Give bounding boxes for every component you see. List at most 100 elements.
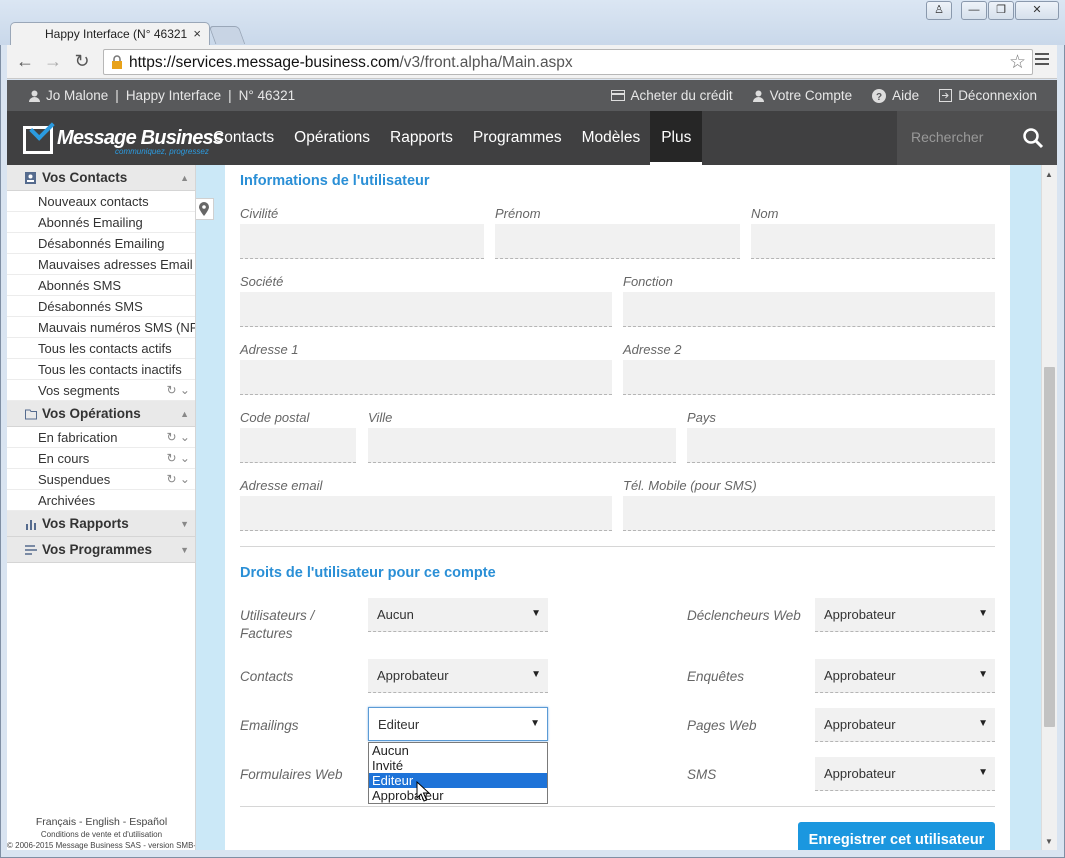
pays-field[interactable] [687,428,995,463]
scroll-down-icon[interactable]: ▼ [1045,837,1053,846]
sidebar-item-label: Suspendues [38,472,111,487]
logo-tagline: communiquez, progressez [115,147,209,156]
search-icon[interactable] [1021,126,1045,150]
nav-rapports[interactable]: Rapports [380,111,463,165]
sidebar-item-desabonnes-sms[interactable]: Désabonnés SMS [7,296,195,317]
sidebar-item-abonnes-emailing[interactable]: Abonnés Emailing [7,212,195,233]
civilite-field[interactable] [240,224,484,259]
reload-icon[interactable]: ↻ [70,51,94,73]
pages-web-select[interactable]: Approbateur ▼ [815,708,995,742]
enquetes-select[interactable]: Approbateur ▼ [815,659,995,693]
mobile-field[interactable] [623,496,995,531]
logout-link[interactable]: Déconnexion [939,88,1037,103]
forward-arrow-icon[interactable]: → [41,51,65,73]
help-icon: ? [872,88,887,103]
nav-contacts[interactable]: Contacts [203,111,284,165]
browser-menu-icon[interactable] [1035,53,1049,68]
dropdown-option[interactable]: Aucun [369,743,547,758]
account-link[interactable]: Votre Compte [752,88,852,103]
adresse1-field[interactable] [240,360,612,395]
sidebar-item-en-fabrication[interactable]: En fabrication ↻ ⌄ [7,427,195,448]
tab-close-icon[interactable]: × [193,26,201,41]
nav-modeles[interactable]: Modèles [572,111,651,165]
logo[interactable]: Message Business communiquez, progressez [23,115,224,156]
nav-operations[interactable]: Opérations [284,111,380,165]
sidebar-item-suspendues[interactable]: Suspendues ↻ ⌄ [7,469,195,490]
code-postal-field[interactable] [240,428,356,463]
bookmark-star-icon[interactable]: ☆ [1009,51,1026,74]
dropdown-option[interactable]: Approbateur [369,788,547,803]
nom-field[interactable] [751,224,995,259]
close-window-button[interactable]: ✕ [1015,1,1059,20]
terms-link[interactable]: Conditions de vente et d'utilisation [7,830,195,839]
sidebar-item-desabonnes-emailing[interactable]: Désabonnés Emailing [7,233,195,254]
new-tab-button[interactable] [208,26,246,44]
email-field[interactable] [240,496,612,531]
sidebar-item-archivees[interactable]: Archivées [7,490,195,511]
sidebar-item-label: En fabrication [38,430,118,445]
address-bar[interactable]: https://services.message-business.com/v3… [103,49,1033,75]
save-user-button[interactable]: Enregistrer cet utilisateur [798,822,995,850]
scroll-up-icon[interactable]: ▲ [1045,170,1053,179]
sidebar-item-segments[interactable]: Vos segments ↻ ⌄ [7,380,195,401]
sidebar-item-contacts-inactifs[interactable]: Tous les contacts inactifs [7,359,195,380]
chevron-up-icon[interactable]: ▲ [180,401,189,427]
folder-icon [25,409,37,420]
adresse1-label: Adresse 1 [240,342,299,357]
sidebar-section-programmes[interactable]: Vos Programmes ▼ [7,537,195,563]
page-scrollbar[interactable]: ▲ ▼ [1041,165,1057,850]
societe-field[interactable] [240,292,612,327]
credit-card-icon [610,90,625,101]
pin-tab[interactable] [196,198,214,220]
search-input[interactable]: Rechercher [911,129,983,145]
buy-credit-label: Acheter du crédit [630,88,733,103]
adresse2-label: Adresse 2 [623,342,682,357]
search-box[interactable]: Rechercher [897,111,1057,165]
sidebar-section-operations[interactable]: Vos Opérations ▲ [7,401,195,427]
language-links[interactable]: Français - English - Español [7,816,195,828]
user-name: Jo Malone [46,88,109,103]
sidebar-item-mauvais-numeros[interactable]: Mauvais numéros SMS (NPAI) [7,317,195,338]
fonction-field[interactable] [623,292,995,327]
help-link[interactable]: ? Aide [872,88,919,103]
utilisateurs-factures-select[interactable]: Aucun ▼ [368,598,548,632]
sidebar-item-mauvaises-adresses[interactable]: Mauvaises adresses Email [7,254,195,275]
lock-warning-icon [112,55,122,69]
sidebar-item-abonnes-sms[interactable]: Abonnés SMS [7,275,195,296]
buy-credit-link[interactable]: Acheter du crédit [610,88,733,103]
dropdown-option-highlighted[interactable]: Editeur [369,773,547,788]
emailings-rights-select[interactable]: Editeur ▼ [368,707,548,741]
sidebar-section-contacts[interactable]: Vos Contacts ▲ [7,165,195,191]
sidebar-section-rapports[interactable]: Vos Rapports ▼ [7,511,195,537]
chevron-down-icon[interactable]: ▼ [180,537,189,563]
scrollbar-thumb[interactable] [1044,367,1055,727]
ville-field[interactable] [368,428,676,463]
sidebar: Vos Contacts ▲ Nouveaux contacts Abonnés… [7,165,196,850]
refresh-chevron-icons[interactable]: ↻ ⌄ [162,380,190,400]
declencheurs-web-select[interactable]: Approbateur ▼ [815,598,995,632]
minimize-button[interactable]: — [961,1,987,20]
sms-rights-select[interactable]: Approbateur ▼ [815,757,995,791]
maximize-button[interactable]: ❐ [988,1,1014,20]
sidebar-item-contacts-actifs[interactable]: Tous les contacts actifs [7,338,195,359]
chevron-down-icon[interactable]: ▼ [180,511,189,537]
sidebar-item-en-cours[interactable]: En cours ↻ ⌄ [7,448,195,469]
sidebar-item-nouveaux-contacts[interactable]: Nouveaux contacts [7,191,195,212]
back-arrow-icon[interactable]: ← [13,51,37,73]
refresh-chevron-icons[interactable]: ↻ ⌄ [162,427,190,447]
refresh-chevron-icons[interactable]: ↻ ⌄ [162,448,190,468]
chevron-up-icon[interactable]: ▲ [180,165,189,191]
adresse2-field[interactable] [623,360,995,395]
browser-titlebar: Happy Interface (N° 46321 × ♙ — ❐ ✕ [0,0,1065,46]
dropdown-option[interactable]: Invité [369,758,547,773]
nav-programmes[interactable]: Programmes [463,111,572,165]
enquetes-label: Enquêtes [687,669,745,684]
nav-plus[interactable]: Plus [650,111,703,165]
browser-tab[interactable]: Happy Interface (N° 46321 × [10,22,210,46]
contacts-rights-select[interactable]: Approbateur ▼ [368,659,548,693]
separator: | [228,88,232,103]
prenom-field[interactable] [495,224,740,259]
refresh-chevron-icons[interactable]: ↻ ⌄ [162,469,190,489]
profile-icon[interactable]: ♙ [926,1,952,20]
fonction-label: Fonction [623,274,673,289]
